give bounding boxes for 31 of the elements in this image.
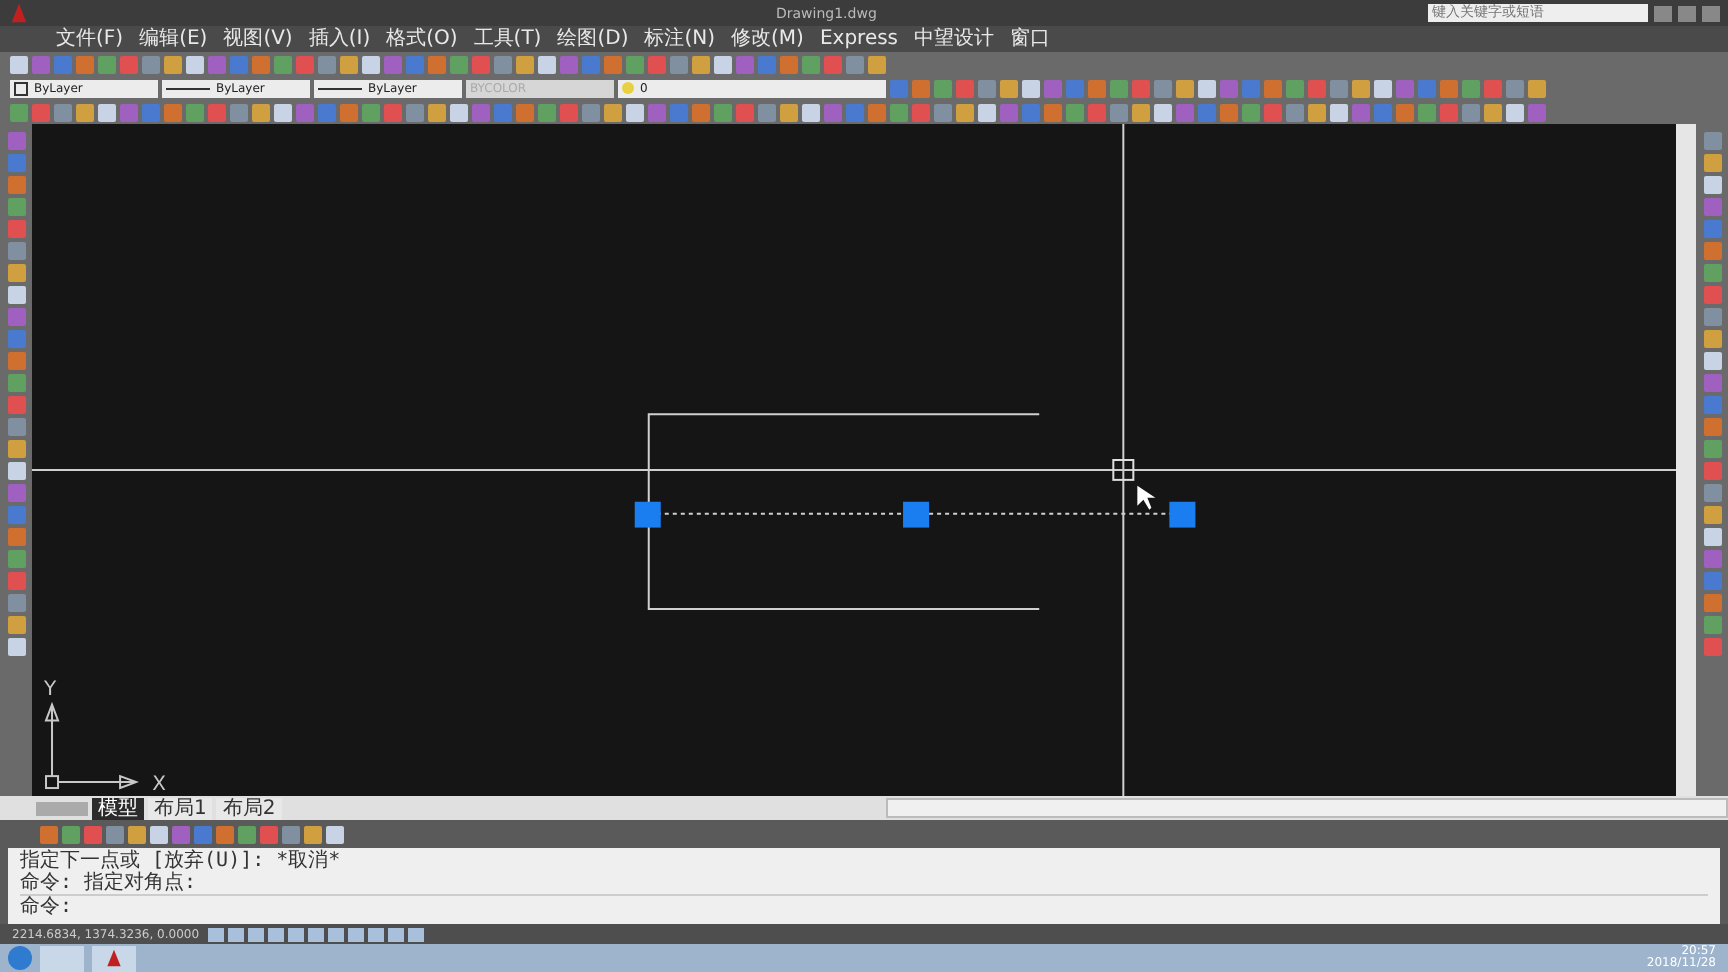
- menu-item[interactable]: 窗口: [1010, 27, 1051, 51]
- vertical-scrollbar[interactable]: [1676, 124, 1696, 796]
- command-history-line: 命令: 指定对角点:: [20, 872, 199, 894]
- menu-item[interactable]: 插入(I): [308, 27, 371, 51]
- cursor-icon: [1137, 485, 1156, 510]
- menu-item[interactable]: Express: [819, 27, 899, 51]
- command-input-field[interactable]: 命令:: [20, 894, 1708, 918]
- horizontal-scrollbar[interactable]: [885, 798, 1728, 818]
- pickbox: [1112, 459, 1135, 481]
- menu-item[interactable]: 工具(T): [473, 27, 542, 51]
- menu-item[interactable]: 格式(O): [386, 27, 458, 51]
- menu-item[interactable]: 中望设计: [914, 27, 995, 51]
- start-button[interactable]: [8, 946, 32, 970]
- menu-item[interactable]: 视图(V): [223, 27, 293, 51]
- axis-label: X: [152, 774, 166, 796]
- grip-handle[interactable]: [1169, 501, 1196, 528]
- menu-item[interactable]: 绘图(D): [557, 27, 629, 51]
- menu-item[interactable]: 修改(M): [731, 27, 804, 51]
- tab-navigation-icon[interactable]: [36, 801, 88, 815]
- grip-handle[interactable]: [634, 501, 661, 528]
- drawing-canvas[interactable]: X Y: [32, 124, 1676, 796]
- axis-label: Y: [44, 678, 57, 701]
- command-history-line: 指定下一点或 [放弃(U)]: *取消*: [20, 850, 343, 872]
- menu-item[interactable]: 文件(F): [56, 27, 124, 51]
- layout-tab[interactable]: 模型: [92, 797, 144, 819]
- app-logo-icon[interactable]: [92, 945, 136, 971]
- layout-tab[interactable]: 布局2: [216, 797, 282, 819]
- menu-item[interactable]: 编辑(E): [139, 27, 208, 51]
- grip-handle[interactable]: [903, 501, 930, 528]
- menu-item[interactable]: 标注(N): [644, 27, 716, 51]
- layout-tab[interactable]: 布局1: [148, 797, 213, 819]
